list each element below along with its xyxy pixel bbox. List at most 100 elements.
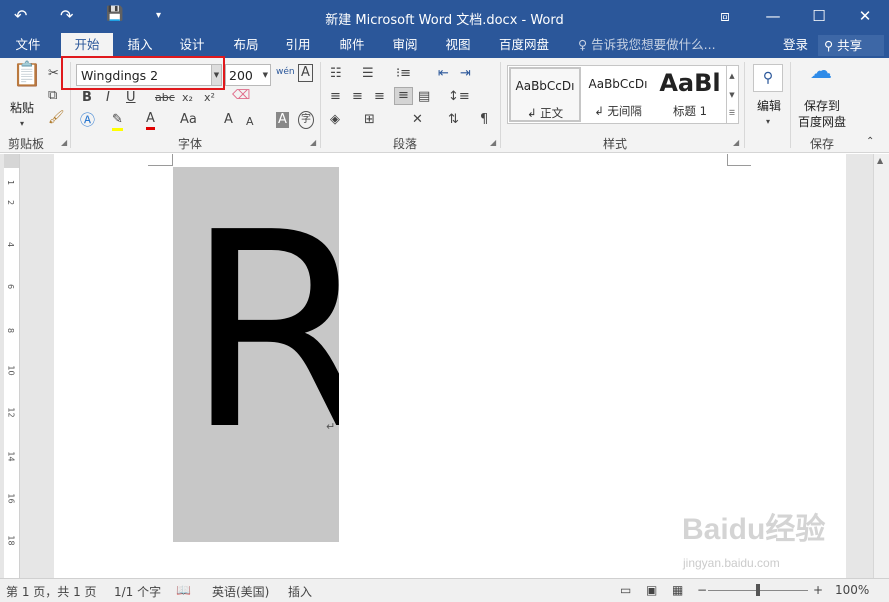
text-effects-icon[interactable]: Ⓐ: [80, 112, 95, 128]
grow-font-icon[interactable]: A: [224, 112, 233, 128]
pinyin-guide-icon[interactable]: wén: [276, 64, 295, 80]
asian-layout-icon[interactable]: ✕: [412, 112, 423, 128]
share-button[interactable]: ⚲ 共享: [818, 35, 884, 56]
tab-references[interactable]: 引用: [274, 33, 322, 58]
align-center-icon[interactable]: ≡: [352, 89, 363, 105]
justify-icon[interactable]: ≡: [394, 87, 413, 105]
increase-indent-icon[interactable]: ⇥: [460, 66, 471, 82]
vertical-ruler[interactable]: 1 2 4 6 8 10 12 14 16 18: [4, 154, 20, 578]
selected-text-block[interactable]: R: [173, 167, 339, 542]
paste-label[interactable]: 粘贴: [10, 100, 34, 116]
share-label: 共享: [837, 38, 863, 53]
underline-icon[interactable]: U: [126, 90, 136, 106]
save-to-baidu-label-1[interactable]: 保存到: [804, 98, 840, 114]
clipboard-launcher-icon[interactable]: ◢: [61, 138, 67, 147]
zoom-slider-thumb[interactable]: [756, 584, 760, 596]
tab-file[interactable]: 文件: [5, 33, 51, 58]
style-no-spacing[interactable]: AaBbCcDı ↲ 无间隔: [582, 67, 654, 122]
paste-dropdown-icon[interactable]: ▾: [20, 116, 24, 132]
more-icon[interactable]: ☰: [727, 104, 737, 122]
zoom-out-button[interactable]: −: [697, 583, 707, 597]
paragraph-mark: ↵: [326, 420, 336, 433]
style-normal[interactable]: AaBbCcDı ↲ 正文: [509, 67, 581, 122]
show-formatting-icon[interactable]: ¶: [480, 112, 488, 128]
font-size-combobox[interactable]: 200 ▼: [225, 64, 271, 86]
read-mode-icon[interactable]: ▭: [620, 583, 631, 597]
sort-icon[interactable]: ⇅: [448, 112, 459, 128]
align-left-icon[interactable]: ≡: [330, 89, 341, 105]
numbering-icon[interactable]: ☰: [362, 66, 374, 82]
tab-design[interactable]: 设计: [168, 33, 216, 58]
login-link[interactable]: 登录: [783, 33, 808, 57]
font-launcher-icon[interactable]: ◢: [310, 138, 316, 147]
tab-baidu[interactable]: 百度网盘: [492, 33, 556, 58]
paste-icon[interactable]: 📋: [12, 62, 42, 86]
editing-button[interactable]: 编辑: [757, 98, 781, 114]
shading-icon[interactable]: ◈: [330, 112, 340, 128]
tell-me-search[interactable]: ♀ 告诉我您想要做什么...: [578, 33, 716, 57]
zoom-in-button[interactable]: +: [813, 583, 823, 597]
tab-layout[interactable]: 布局: [222, 33, 270, 58]
italic-icon[interactable]: I: [106, 90, 110, 106]
char-border-icon[interactable]: A: [298, 64, 313, 82]
bold-icon[interactable]: B: [82, 90, 92, 106]
styles-scroll[interactable]: ▲ ▼ ☰: [726, 66, 737, 124]
styles-group-label: 样式: [602, 137, 627, 151]
insert-mode[interactable]: 插入: [288, 583, 312, 600]
word-count[interactable]: 1/1 个字: [114, 583, 161, 600]
char-shading-icon[interactable]: A: [276, 112, 289, 128]
shrink-font-icon[interactable]: A: [246, 114, 254, 130]
language[interactable]: 英语(美国): [212, 583, 269, 600]
styles-launcher-icon[interactable]: ◢: [733, 138, 739, 147]
enclose-char-icon[interactable]: 字: [298, 111, 314, 129]
strikethrough-icon[interactable]: abc: [155, 90, 175, 106]
borders-icon[interactable]: ⊞: [364, 112, 375, 128]
copy-icon[interactable]: ⧉: [48, 88, 57, 104]
save-to-baidu-label-2[interactable]: 百度网盘: [798, 114, 846, 130]
font-color-icon[interactable]: A: [146, 111, 155, 130]
maximize-icon[interactable]: ☐: [804, 4, 834, 28]
collapse-ribbon-icon[interactable]: ⌃: [866, 134, 874, 150]
tab-insert[interactable]: 插入: [116, 33, 164, 58]
bullets-icon[interactable]: ☷: [330, 66, 342, 82]
crop-mark: [172, 154, 173, 166]
tab-review[interactable]: 审阅: [381, 33, 429, 58]
format-painter-icon[interactable]: 🖌: [48, 110, 65, 126]
tab-home[interactable]: 开始: [61, 33, 113, 58]
distributed-icon[interactable]: ▤: [418, 89, 430, 105]
zoom-level[interactable]: 100%: [835, 583, 869, 597]
highlight-icon[interactable]: ✎: [112, 112, 123, 131]
chevron-down-icon[interactable]: ▼: [263, 71, 268, 79]
ruler-tick: 6: [6, 283, 16, 290]
style-heading-1[interactable]: AaBl 标题 1: [654, 67, 726, 122]
align-right-icon[interactable]: ≡: [374, 89, 385, 105]
baidu-cloud-icon[interactable]: ☁: [810, 61, 832, 83]
cut-icon[interactable]: ✂: [48, 66, 59, 82]
subscript-icon[interactable]: x₂: [182, 90, 193, 106]
superscript-icon[interactable]: x²: [204, 90, 215, 106]
vertical-scrollbar[interactable]: ▲: [846, 154, 889, 578]
ribbon-display-options-icon[interactable]: ⧈: [710, 4, 740, 28]
chevron-down-icon[interactable]: ▾: [766, 114, 770, 130]
tab-view[interactable]: 视图: [434, 33, 482, 58]
page-count[interactable]: 第 1 页，共 1 页: [6, 583, 97, 600]
change-case-icon[interactable]: Aa: [180, 112, 197, 128]
paragraph-launcher-icon[interactable]: ◢: [490, 138, 496, 147]
close-icon[interactable]: ✕: [850, 4, 880, 28]
chevron-up-icon[interactable]: ▲: [727, 66, 737, 86]
chevron-down-icon[interactable]: ▼: [727, 86, 737, 104]
print-layout-icon[interactable]: ▣: [646, 583, 657, 597]
scroll-up-icon[interactable]: ▲: [877, 156, 883, 165]
clear-format-icon[interactable]: ⌫: [232, 88, 250, 104]
minimize-icon[interactable]: —: [758, 4, 788, 28]
decrease-indent-icon[interactable]: ⇤: [438, 66, 449, 82]
tab-mailings[interactable]: 邮件: [328, 33, 376, 58]
web-layout-icon[interactable]: ▦: [672, 583, 683, 597]
line-spacing-icon[interactable]: ↕≡: [448, 89, 470, 105]
style-preview: AaBl: [659, 69, 721, 97]
baidu-watermark: Baidu经验: [682, 513, 826, 546]
multilevel-list-icon[interactable]: ⁝≡: [396, 66, 411, 82]
proofing-icon[interactable]: 📖: [176, 583, 191, 597]
scrollbar-track[interactable]: [873, 154, 889, 578]
search-icon[interactable]: ⚲: [753, 64, 783, 92]
